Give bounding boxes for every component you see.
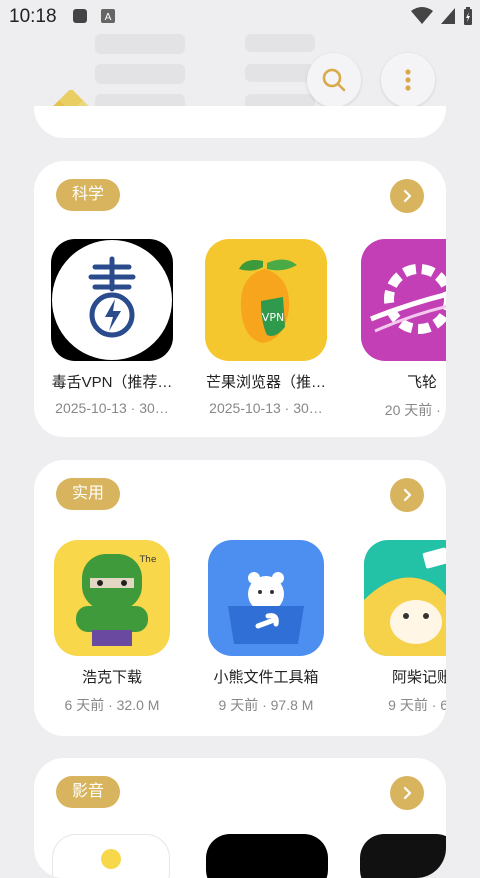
signal-icon [441, 8, 455, 24]
app-meta: 20 天前 · 11 [384, 402, 446, 418]
svg-text:The: The [139, 555, 157, 565]
app-name: 芒果浏览器（推… [205, 374, 326, 391]
app-icon-hulk-download: The [54, 540, 170, 656]
chevron-right-icon [403, 786, 412, 800]
app-name: 浩克下载 [81, 669, 142, 686]
svg-text:A: A [105, 12, 112, 23]
chevron-right-icon [403, 488, 412, 502]
app-meta: 2025-10-13 · 30… [209, 400, 323, 416]
section-title-chip: 影音 [56, 776, 121, 808]
more-menu-button[interactable] [381, 53, 435, 107]
app-meta: 9 天前 · 97.8 M [218, 697, 314, 713]
status-bar: 10:18 A [0, 0, 480, 34]
section-science: 科学 毒舌VPN（推荐… 2025-10-13 · 30… VPN 芒果浏览器（… [34, 161, 446, 437]
app-icon-dushe-vpn [51, 239, 173, 361]
app-card[interactable]: 阿柴记账 9 天前 · 60 [352, 540, 446, 715]
svg-text:VPN: VPN [262, 311, 284, 324]
wifi-icon [411, 7, 433, 24]
app-name: 飞轮 [406, 374, 437, 391]
more-vertical-icon [405, 69, 411, 91]
section-more-button[interactable] [390, 179, 424, 213]
search-icon [322, 68, 346, 92]
app-name: 小熊文件工具箱 [213, 669, 319, 686]
section-more-button[interactable] [390, 776, 424, 810]
app-icon-feilun [361, 239, 446, 361]
app-meta: 6 天前 · 32.0 M [64, 697, 160, 713]
app-name: 毒舌VPN（推荐… [51, 374, 173, 391]
app-card[interactable]: 飞轮 20 天前 · 11 [352, 239, 446, 420]
app-icon-bear-file-toolbox [208, 540, 324, 656]
section-title-chip: 科学 [56, 179, 121, 211]
app-meta: 2025-10-13 · 30… [55, 400, 169, 416]
search-button[interactable] [307, 53, 361, 107]
app-card[interactable]: VPN 芒果浏览器（推… 2025-10-13 · 30… [196, 239, 336, 416]
app-card[interactable]: The 浩克下载 6 天前 · 32.0 M [42, 540, 182, 715]
app-icon-partial [360, 834, 446, 878]
previous-section-card [34, 106, 446, 138]
notification-square-icon [73, 9, 87, 23]
app-icon-shiba-accounting [364, 540, 446, 656]
section-utility: 实用 The 浩克下载 6 天前 · 32.0 M 小熊文件工具箱 9 天前 ·… [34, 460, 446, 736]
app-card[interactable]: 小熊文件工具箱 9 天前 · 97.8 M [196, 540, 336, 715]
section-media: 影音 [34, 758, 446, 878]
app-icon-partial [52, 834, 170, 878]
section-more-button[interactable] [390, 478, 424, 512]
app-icon-partial [206, 834, 328, 878]
a-badge-icon: A [101, 9, 115, 23]
app-meta: 9 天前 · 60 [388, 697, 446, 713]
battery-icon [464, 7, 472, 25]
app-icon-mango-browser: VPN [205, 239, 327, 361]
status-time: 10:18 [9, 6, 57, 27]
app-card[interactable]: 毒舌VPN（推荐… 2025-10-13 · 30… [42, 239, 182, 416]
chevron-right-icon [403, 189, 412, 203]
section-title-chip: 实用 [56, 478, 121, 510]
app-name: 阿柴记账 [391, 669, 446, 686]
